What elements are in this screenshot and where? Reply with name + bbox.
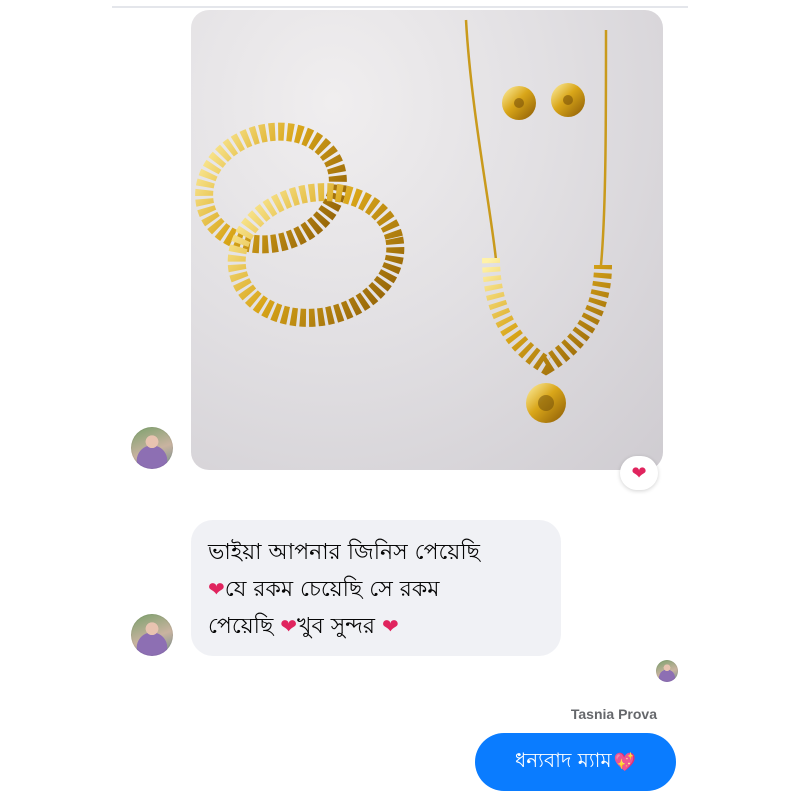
- jewelry-photo: [195, 19, 612, 423]
- heart-reaction[interactable]: ❤: [620, 456, 658, 490]
- heart-icon: ❤: [382, 614, 399, 638]
- top-divider: [112, 6, 688, 8]
- sender-name: Tasnia Prova: [570, 706, 657, 722]
- message-line: যে রকম চেয়েছি সে রকম: [224, 577, 440, 602]
- contact-avatar[interactable]: [131, 614, 173, 656]
- seen-avatar: [656, 660, 678, 682]
- heart-icon: ❤: [280, 614, 298, 638]
- message-text: ধন্যবাদ ম্যাম: [515, 747, 612, 772]
- incoming-message-bubble[interactable]: ভাইয়া আপনার জিনিস পেয়েছি ❤যে রকম চেয়ে…: [191, 520, 561, 656]
- sparkling-heart-icon: 💖: [613, 751, 636, 773]
- message-line: পেয়েছি: [208, 614, 281, 639]
- message-text: ভাইয়া আপনার জিনিস পেয়েছি ❤যে রকম চেয়ে…: [208, 535, 553, 645]
- image-message[interactable]: [191, 10, 663, 470]
- message-line: খুব সুন্দর: [297, 614, 383, 639]
- heart-icon: ❤: [631, 462, 647, 484]
- contact-avatar[interactable]: [131, 427, 173, 469]
- message-line: ভাইয়া আপনার জিনিস পেয়েছি: [208, 540, 480, 565]
- outgoing-message-bubble[interactable]: ধন্যবাদ ম্যাম 💖: [475, 733, 676, 791]
- heart-icon: ❤: [208, 577, 225, 601]
